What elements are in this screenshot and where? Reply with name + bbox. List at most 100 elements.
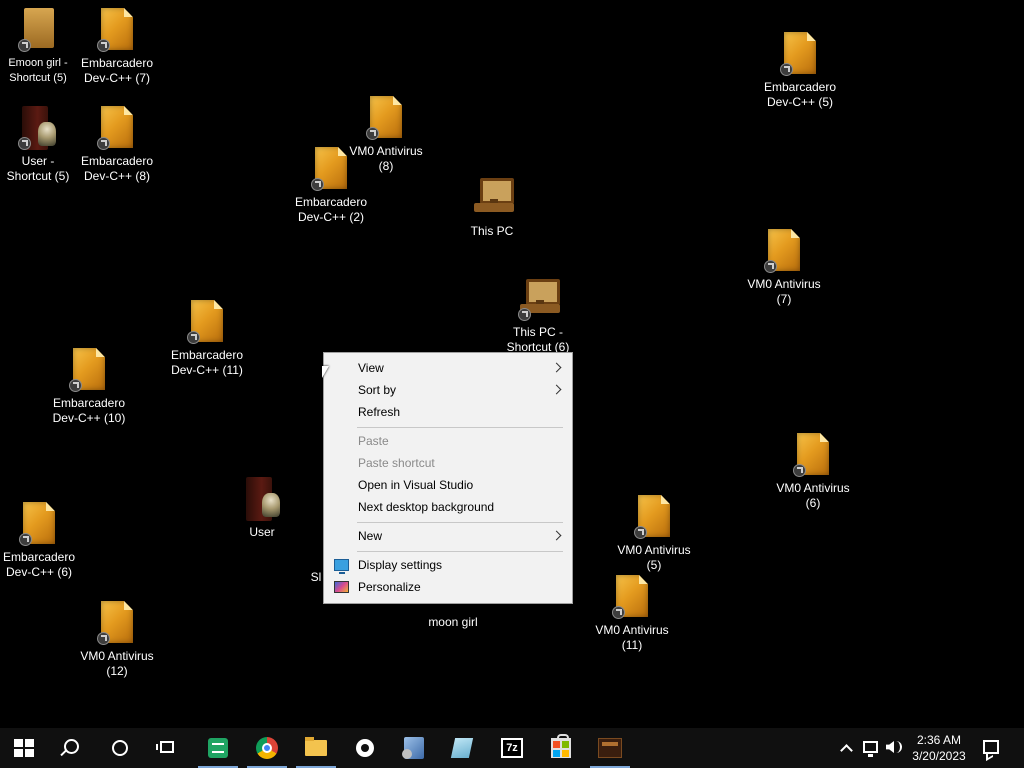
menu-item-open-in-visual-studio[interactable]: Open in Visual Studio xyxy=(324,474,572,496)
taskbar-app-7zip[interactable]: 7z xyxy=(488,728,536,768)
menu-separator xyxy=(357,551,563,552)
desktop-icon[interactable]: Embarcadero Dev-C++ (7) xyxy=(77,8,157,86)
menu-item-label: Paste shortcut xyxy=(358,456,435,470)
user-folder-icon xyxy=(242,477,282,523)
desktop-icon-label: VM0 Antivirus (7) xyxy=(747,277,821,306)
desktop-icon[interactable]: Embarcadero Dev-C++ (2) xyxy=(291,147,371,225)
7zip-icon: 7z xyxy=(501,738,523,758)
desktop[interactable]: Emoon girl - Shortcut (5) Embarcadero De… xyxy=(0,0,1024,728)
menu-item-label: Open in Visual Studio xyxy=(358,478,474,492)
document-icon xyxy=(764,229,804,275)
menu-item-personalize[interactable]: Personalize xyxy=(324,576,572,598)
menu-item-label: Display settings xyxy=(358,558,443,572)
desktop-icon[interactable]: Embarcadero Dev-C++ (6) xyxy=(0,502,79,580)
desktop-icon-label: Emoon girl - Shortcut (5) xyxy=(8,57,68,84)
taskbar-app-file-explorer[interactable] xyxy=(292,728,340,768)
personalize-icon xyxy=(334,581,349,593)
desktop-icon[interactable]: Emoon girl - Shortcut (5) xyxy=(0,8,78,86)
start-button[interactable] xyxy=(0,728,48,768)
desktop-icon[interactable]: VM0 Antivirus (11) xyxy=(592,575,672,653)
monitor-icon xyxy=(334,559,349,574)
menu-item-label: Next desktop background xyxy=(358,500,495,514)
desktop-icon-label: Embarcadero Dev-C++ (5) xyxy=(763,80,837,109)
taskbar-app-tool[interactable] xyxy=(390,728,438,768)
taskbar-app-google-sheets[interactable] xyxy=(194,728,242,768)
menu-item-refresh[interactable]: Refresh xyxy=(324,401,572,423)
desktop-icon[interactable]: Embarcadero Dev-C++ (8) xyxy=(77,106,157,184)
chrome-icon xyxy=(256,737,278,759)
document-icon xyxy=(97,106,137,152)
cortana-button[interactable] xyxy=(96,728,144,768)
menu-item-label: Sort by xyxy=(358,383,397,397)
moon-girl-shortcut-icon xyxy=(18,8,58,54)
document-icon xyxy=(187,300,227,346)
document-icon xyxy=(793,433,833,479)
desktop-icon[interactable]: VM0 Antivirus (6) xyxy=(773,433,853,511)
desktop-icon[interactable]: Embarcadero Dev-C++ (10) xyxy=(49,348,129,426)
desktop-icon-label: Embarcadero Dev-C++ (11) xyxy=(170,348,244,377)
notes-icon xyxy=(450,738,474,758)
folder-icon xyxy=(305,737,327,756)
desktop-icon[interactable]: User - Shortcut (5) xyxy=(0,106,78,184)
notification-center-icon[interactable] xyxy=(983,740,999,754)
document-icon xyxy=(97,8,137,54)
desktop-icon[interactable]: Embarcadero Dev-C++ (11) xyxy=(167,300,247,378)
show-hidden-icons-chevron-icon[interactable] xyxy=(840,744,853,757)
menu-item-label: View xyxy=(358,361,384,375)
desktop-icon[interactable]: User xyxy=(222,477,302,540)
taskbar-app-microsoft-store[interactable] xyxy=(537,728,585,768)
taskbar-app-notes[interactable] xyxy=(438,728,486,768)
document-icon xyxy=(19,502,59,548)
windows-logo-icon xyxy=(14,739,34,757)
task-view-icon xyxy=(156,741,174,753)
clock-time: 2:36 AM xyxy=(916,733,962,747)
document-icon xyxy=(311,147,351,193)
desktop-icon-label: Embarcadero Dev-C++ (7) xyxy=(80,56,154,85)
desktop-icon-label: This PC - Shortcut (6) xyxy=(506,325,570,354)
menu-item-sort-by[interactable]: Sort by xyxy=(324,379,572,401)
menu-item-label: Personalize xyxy=(358,580,421,594)
taskbar-app-settings[interactable] xyxy=(341,728,389,768)
clock[interactable]: 2:36 AM 3/20/2023 xyxy=(906,732,972,764)
volume-icon[interactable] xyxy=(886,741,894,753)
document-icon xyxy=(634,495,674,541)
menu-item-next-desktop-background[interactable]: Next desktop background xyxy=(324,496,572,518)
network-icon[interactable] xyxy=(863,741,878,757)
tool-icon xyxy=(402,737,424,759)
menu-separator xyxy=(357,427,563,428)
document-icon xyxy=(97,601,137,647)
desktop-icon[interactable]: VM0 Antivirus (7) xyxy=(744,229,824,307)
volume-wave-icon xyxy=(896,741,902,753)
desktop-icon-label: This PC xyxy=(470,224,514,238)
document-icon xyxy=(366,96,406,142)
taskbar-app-game[interactable] xyxy=(586,728,634,768)
menu-item-display-settings[interactable]: Display settings xyxy=(324,554,572,576)
document-icon xyxy=(780,32,820,78)
desktop-icon[interactable]: VM0 Antivirus (5) xyxy=(614,495,694,573)
chevron-right-icon xyxy=(551,384,562,395)
chevron-right-icon xyxy=(551,530,562,541)
desktop-icon-label: VM0 Antivirus (5) xyxy=(617,543,691,572)
store-icon xyxy=(551,734,571,758)
desktop-icon-label: Embarcadero Dev-C++ (2) xyxy=(294,195,368,224)
desktop-icon-label: User - Shortcut (5) xyxy=(6,154,70,183)
menu-item-new[interactable]: New xyxy=(324,525,572,547)
desktop-icon[interactable]: VM0 Antivirus (12) xyxy=(77,601,157,679)
taskbar-app-chrome[interactable] xyxy=(243,728,291,768)
menu-item-label: Refresh xyxy=(358,405,401,419)
desktop-icon[interactable]: This PC xyxy=(452,176,532,239)
desktop-icon-label: Embarcadero Dev-C++ (8) xyxy=(80,154,154,183)
task-view-button[interactable] xyxy=(144,728,192,768)
gear-icon xyxy=(356,739,374,757)
app-icon xyxy=(598,738,622,758)
menu-separator xyxy=(357,522,563,523)
desktop-icon[interactable]: Embarcadero Dev-C++ (5) xyxy=(760,32,840,110)
search-icon xyxy=(64,739,79,754)
menu-item-label: New xyxy=(358,529,383,543)
menu-item-view[interactable]: View xyxy=(324,357,572,379)
desktop-icon[interactable]: This PC - Shortcut (6) xyxy=(498,277,578,355)
document-icon xyxy=(69,348,109,394)
desktop-context-menu: View Sort by Refresh Paste Paste shortcu… xyxy=(323,352,573,604)
desktop-icon-label: Embarcadero Dev-C++ (6) xyxy=(2,550,76,579)
search-button[interactable] xyxy=(48,728,96,768)
